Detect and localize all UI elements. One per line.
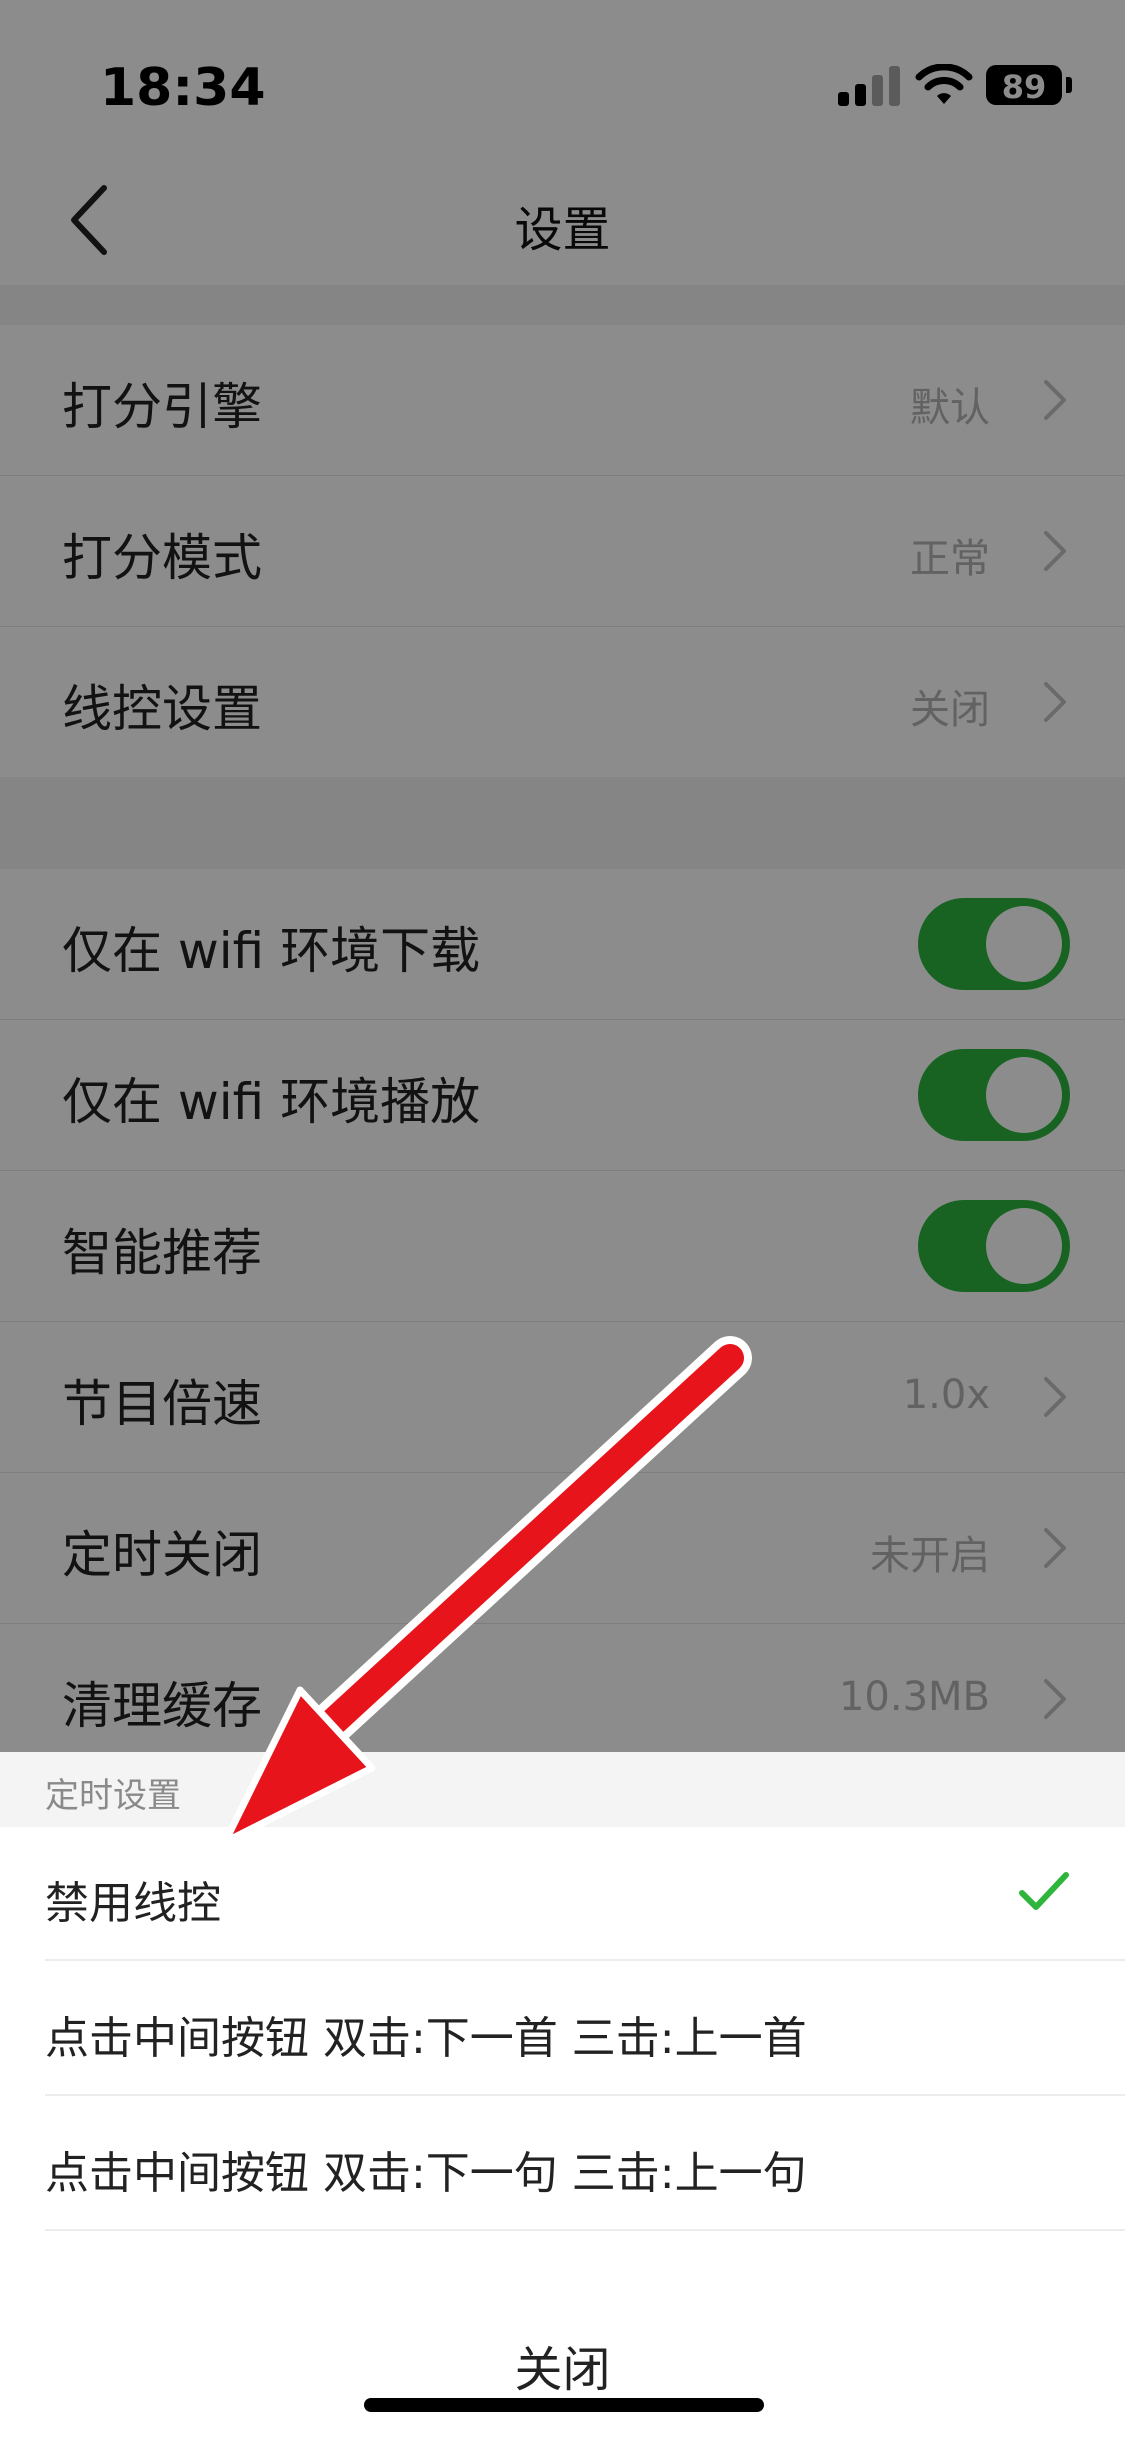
option-next-sentence[interactable]: 点击中间按钮 双击:下一句 三击:上一句 xyxy=(0,2097,1125,2231)
divider xyxy=(45,2229,1125,2231)
option-label: 禁用线控 xyxy=(45,1878,221,1929)
baidu-watermark: Baidu经验 xyxy=(860,2330,1090,2459)
home-indicator xyxy=(364,2398,764,2412)
sheet-title: 定时设置 xyxy=(45,1776,181,1816)
watermark-text: Baidu经验 xyxy=(860,2339,1054,2459)
settings-screen: 18:34 89 设置 打分引擎 默认 打分模式 正常 线控设置 关闭 仅在 w… xyxy=(0,0,1125,2459)
sheet-header: 定时设置 xyxy=(0,1752,1125,1827)
divider xyxy=(45,1959,1125,1961)
close-label: 关闭 xyxy=(514,2342,611,2398)
option-next-song[interactable]: 点击中间按钮 双击:下一首 三击:上一首 xyxy=(0,1962,1125,2096)
option-disable-wire-control[interactable]: 禁用线控 xyxy=(0,1827,1125,1961)
option-label: 点击中间按钮 双击:下一句 三击:上一句 xyxy=(45,2148,807,2199)
checkmark-icon xyxy=(1019,1872,1069,1910)
divider xyxy=(45,2094,1125,2096)
option-label: 点击中间按钮 双击:下一首 三击:上一首 xyxy=(45,2013,807,2064)
